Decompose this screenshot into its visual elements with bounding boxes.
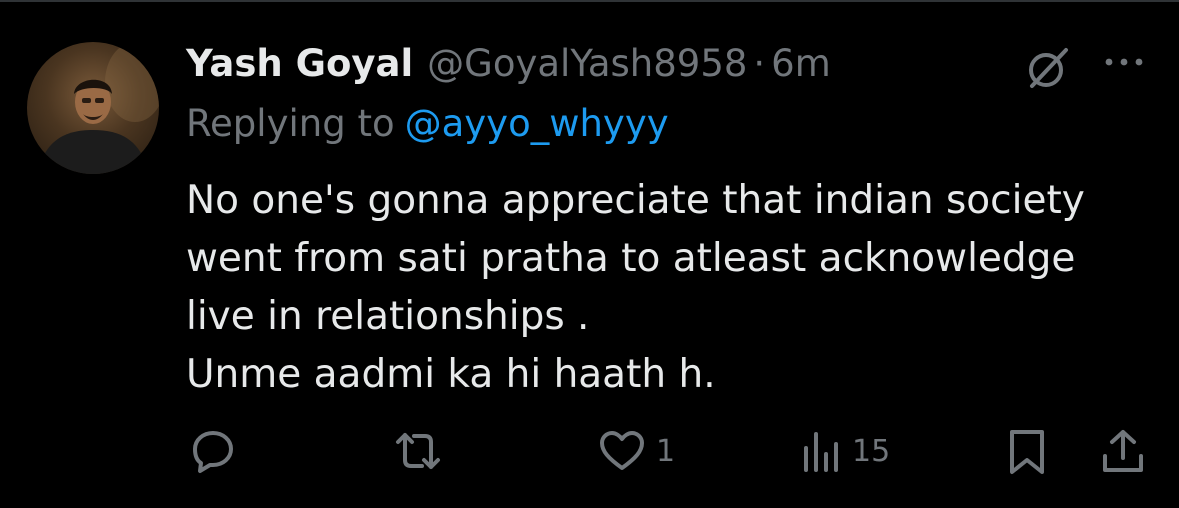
- like-count: 1: [656, 433, 676, 469]
- tweet-text-line: live in relationships .: [186, 294, 590, 339]
- tweet-text-line: Unme aadmi ka hi haath h.: [186, 352, 716, 397]
- views-count: 15: [852, 433, 891, 469]
- heart-icon: [600, 431, 644, 470]
- author-name[interactable]: Yash Goyal: [186, 38, 413, 90]
- reply-icon: [193, 431, 233, 473]
- replying-to-label: Replying to: [186, 102, 395, 145]
- reply-button[interactable]: [190, 428, 246, 474]
- like-button[interactable]: 1: [598, 428, 675, 474]
- avatar[interactable]: [27, 42, 159, 174]
- tweet-text-line: No one's gonna appreciate that indian so…: [186, 178, 1085, 223]
- bookmark-icon: [1010, 430, 1044, 474]
- replying-to: Replying to @ayyo_whyyy: [186, 98, 669, 150]
- author-handle[interactable]: @GoyalYash8958: [427, 38, 747, 90]
- top-divider: [0, 0, 1179, 2]
- tweet-header: Yash Goyal @GoyalYash8958 · 6m: [186, 38, 831, 90]
- retweet-button[interactable]: [394, 428, 452, 474]
- share-button[interactable]: [1100, 428, 1146, 476]
- retweet-icon: [396, 433, 440, 469]
- views-button[interactable]: 15: [802, 428, 890, 474]
- reply-mention-link[interactable]: @ayyo_whyyy: [405, 102, 669, 145]
- separator-dot: ·: [753, 42, 766, 85]
- tweet-text: No one's gonna appreciate that indian so…: [186, 172, 1156, 404]
- timestamp[interactable]: 6m: [771, 38, 831, 90]
- views-icon: [804, 432, 838, 472]
- bookmark-button[interactable]: [1006, 428, 1048, 476]
- tweet-text-line: went from sati pratha to atleast acknowl…: [186, 236, 1076, 281]
- grok-icon[interactable]: [1024, 44, 1072, 92]
- share-icon: [1103, 430, 1143, 472]
- more-options-icon[interactable]: [1102, 52, 1146, 72]
